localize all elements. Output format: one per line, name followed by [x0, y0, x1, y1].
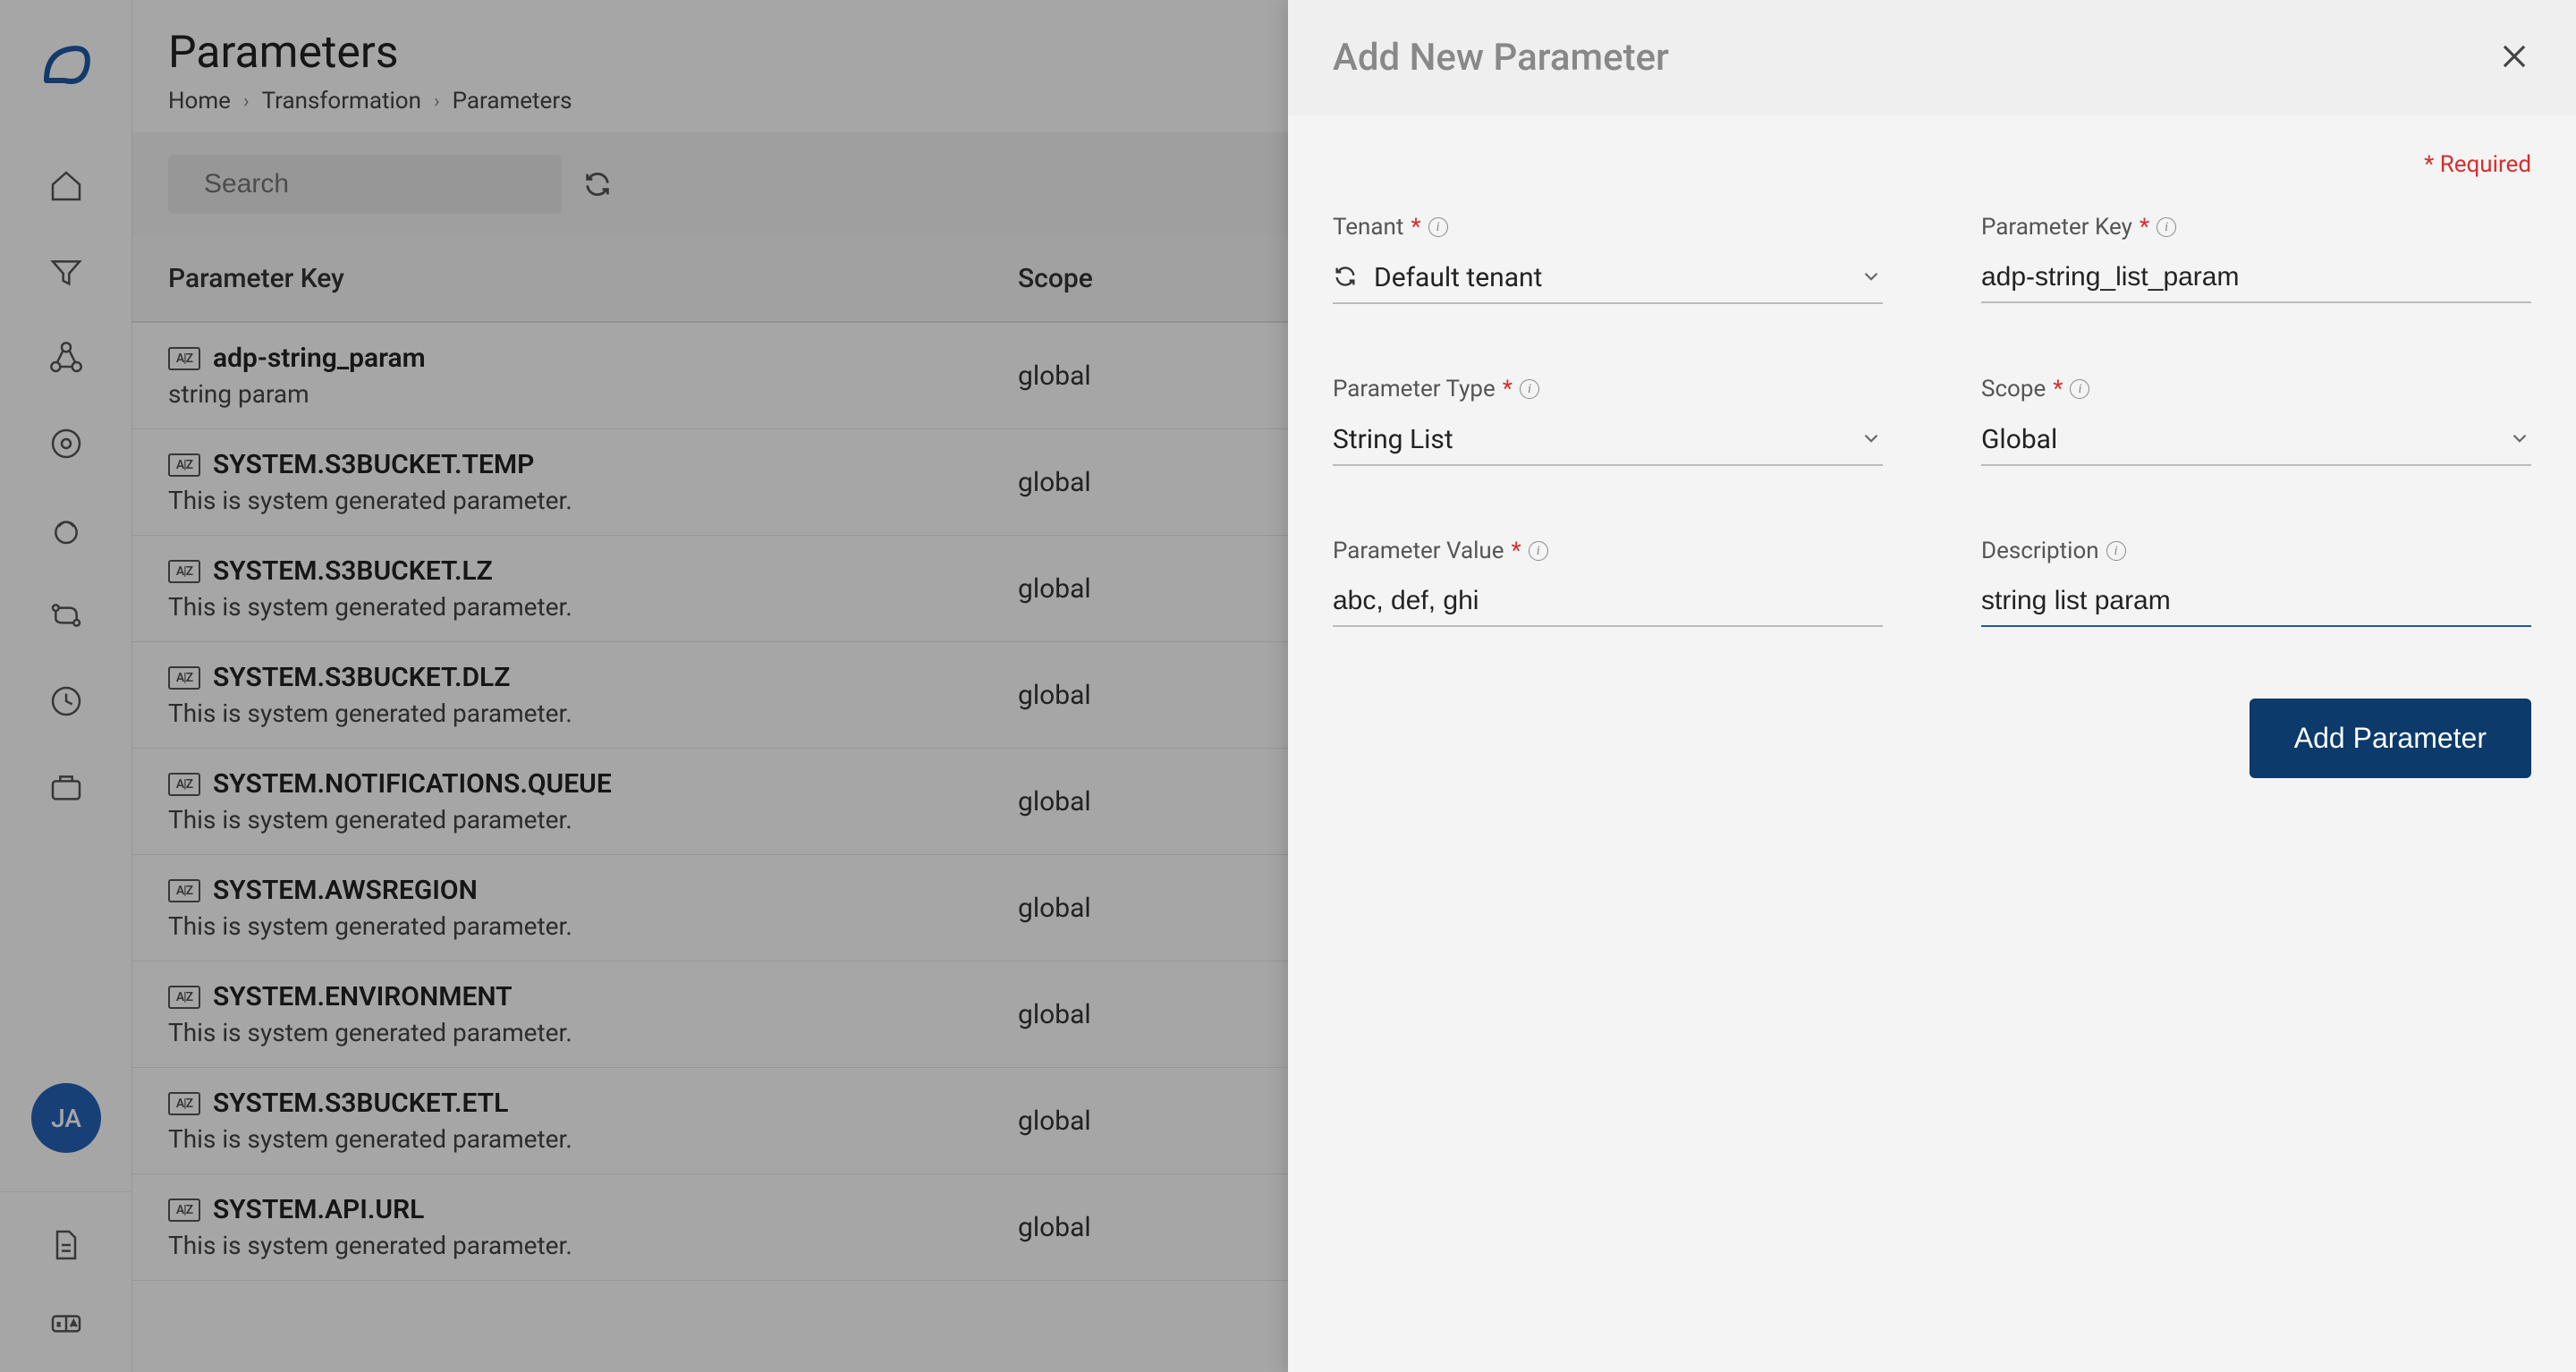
field-parameter-key: Parameter Key * i: [1981, 214, 2531, 304]
panel-title: Add New Parameter: [1333, 36, 1669, 80]
panel-footer: Add Parameter: [1288, 645, 2576, 832]
field-parameter-type: Parameter Type * i String List: [1333, 376, 1883, 466]
add-parameter-panel: Add New Parameter * Required Tenant * i …: [1288, 0, 2576, 1372]
tenant-select[interactable]: Default tenant: [1333, 253, 1883, 304]
chevron-down-icon: [1860, 427, 1883, 453]
field-parameter-value: Parameter Value * i: [1333, 538, 1883, 627]
required-mark: *: [1503, 376, 1513, 402]
parameter-type-value: String List: [1333, 424, 1860, 455]
label-parameter-value: Parameter Value: [1333, 538, 1504, 564]
required-note: * Required: [1288, 115, 2576, 196]
info-icon[interactable]: i: [2157, 217, 2176, 237]
info-icon[interactable]: i: [1520, 379, 1539, 399]
required-mark: *: [1411, 214, 1420, 241]
scope-value: Global: [1981, 424, 2508, 455]
label-parameter-key: Parameter Key: [1981, 214, 2132, 241]
label-tenant: Tenant: [1333, 214, 1403, 241]
required-mark: *: [2140, 214, 2149, 241]
info-icon[interactable]: i: [2070, 379, 2089, 399]
parameter-type-select[interactable]: String List: [1333, 415, 1883, 466]
panel-header: Add New Parameter: [1288, 0, 2576, 115]
field-tenant: Tenant * i Default tenant: [1333, 214, 1883, 304]
field-description: Description i: [1981, 538, 2531, 627]
parameter-value-input[interactable]: [1333, 577, 1883, 627]
refresh-icon: [1333, 264, 1358, 292]
info-icon[interactable]: i: [2106, 541, 2126, 561]
add-parameter-button[interactable]: Add Parameter: [2250, 699, 2531, 778]
label-parameter-type: Parameter Type: [1333, 376, 1496, 402]
chevron-down-icon: [2508, 427, 2531, 453]
info-icon[interactable]: i: [1529, 541, 1548, 561]
label-description: Description: [1981, 538, 2099, 564]
info-icon[interactable]: i: [1428, 217, 1448, 237]
tenant-value: Default tenant: [1374, 262, 1860, 293]
close-icon[interactable]: [2497, 39, 2531, 77]
chevron-down-icon: [1860, 265, 1883, 292]
field-scope: Scope * i Global: [1981, 376, 2531, 466]
scope-select[interactable]: Global: [1981, 415, 2531, 466]
panel-form: Tenant * i Default tenant Parameter Key …: [1288, 196, 2576, 645]
required-mark: *: [2053, 376, 2063, 402]
label-scope: Scope: [1981, 376, 2046, 402]
parameter-key-input[interactable]: [1981, 253, 2531, 303]
required-mark: *: [1512, 538, 1521, 564]
description-input[interactable]: [1981, 577, 2531, 627]
